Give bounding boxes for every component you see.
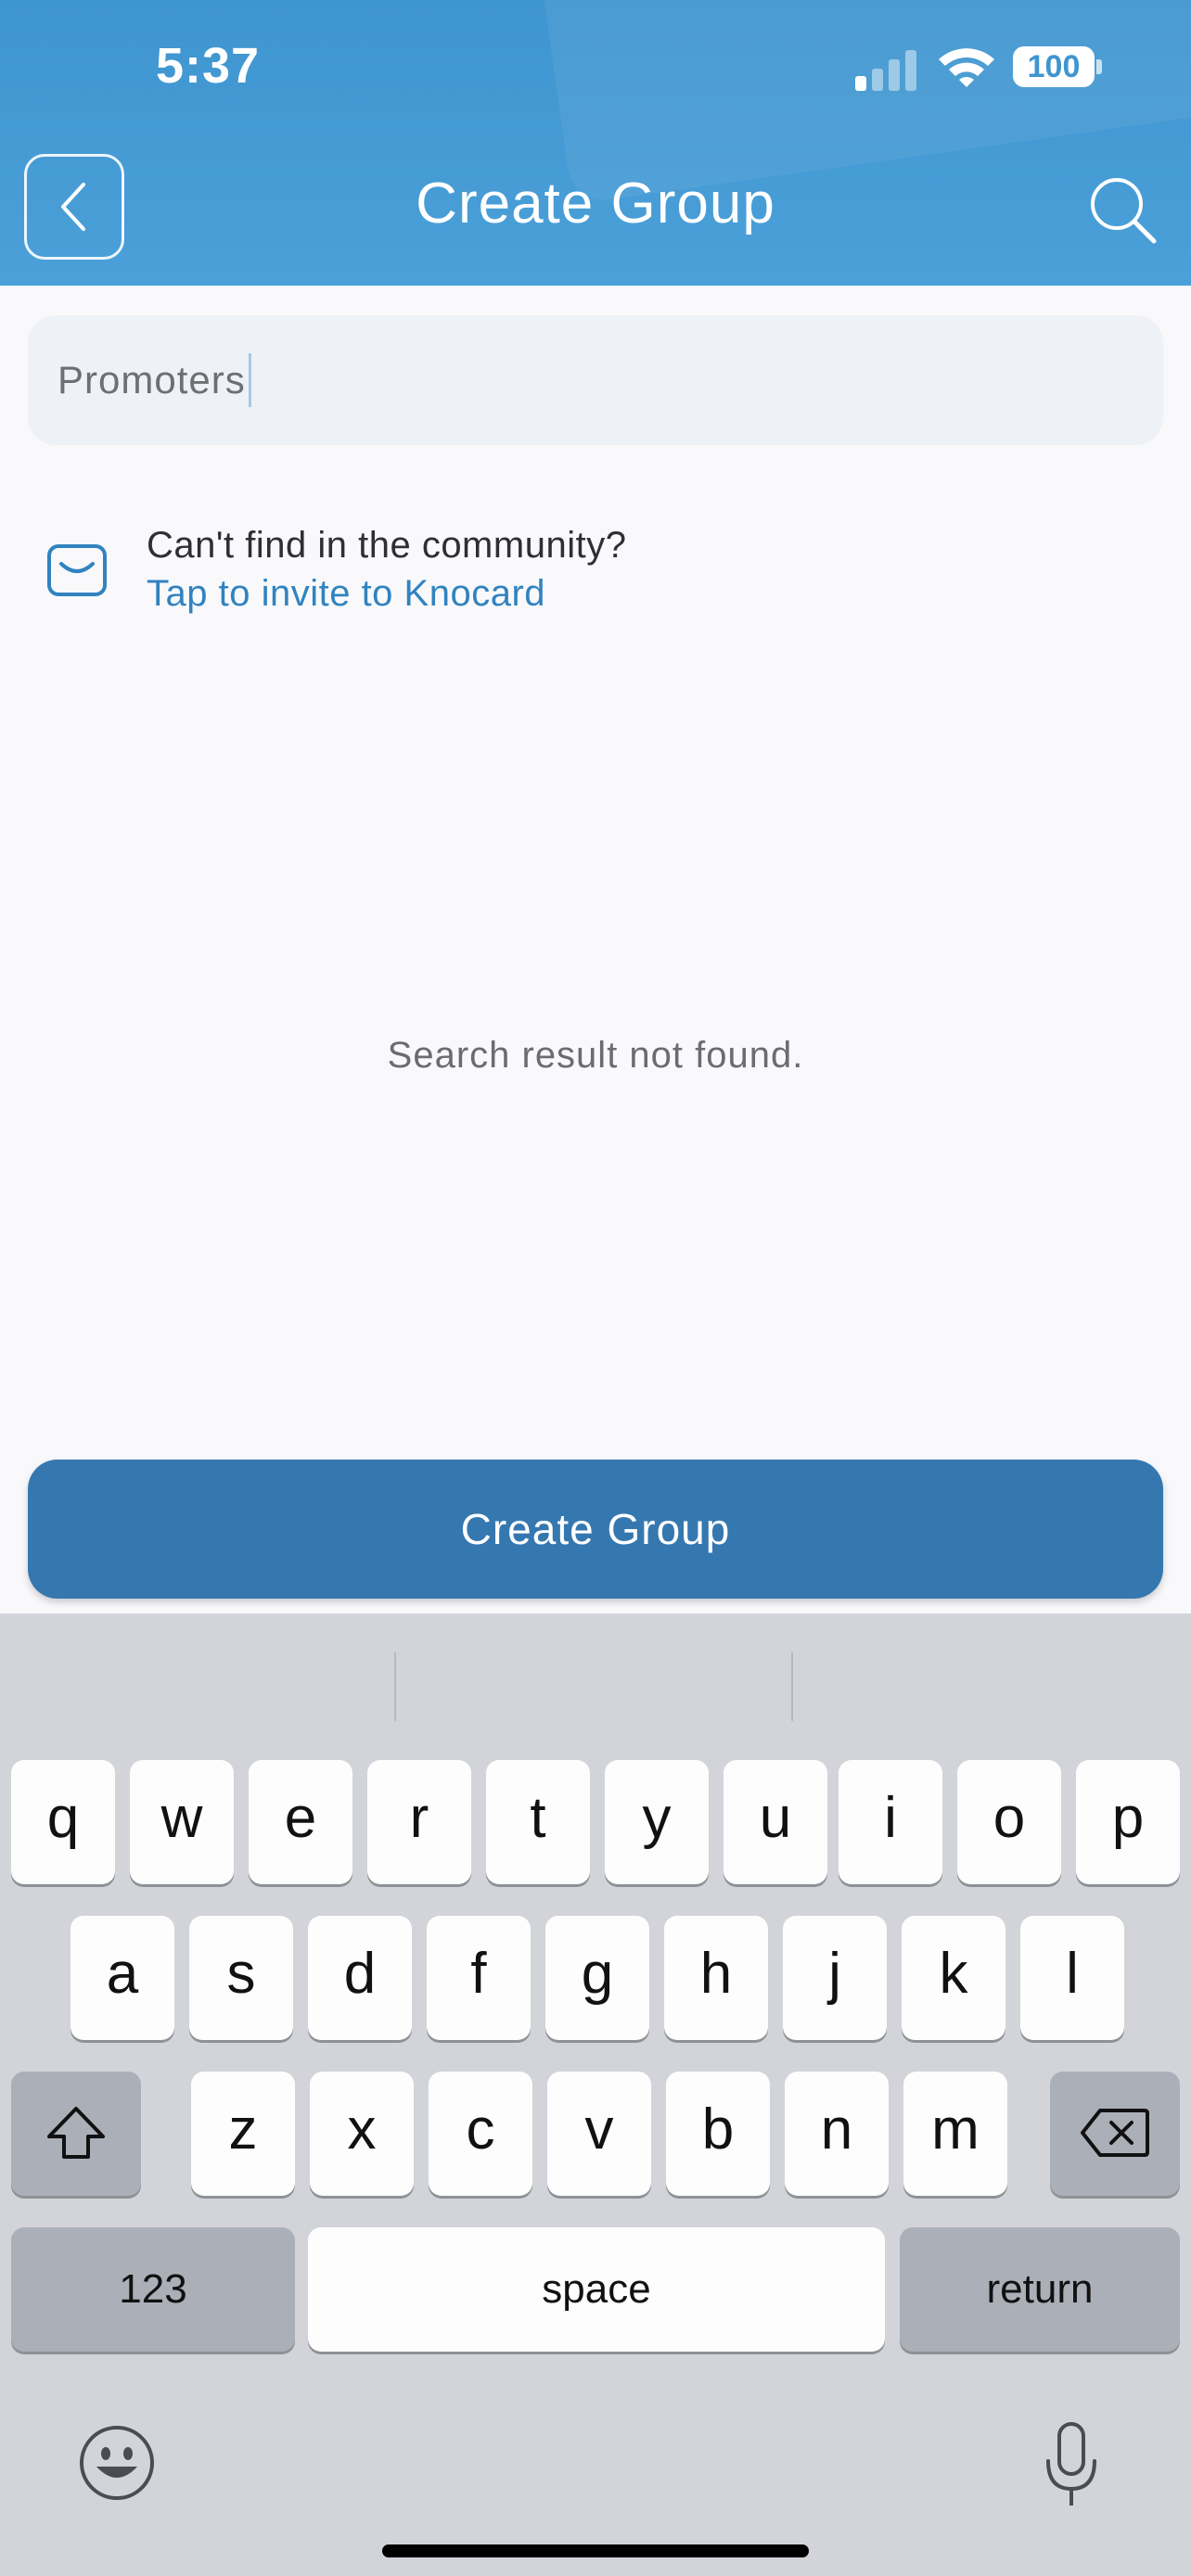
suggestion-divider (394, 1652, 396, 1721)
key-c[interactable]: c (429, 2072, 532, 2196)
key-i[interactable]: i (839, 1760, 942, 1884)
key-x[interactable]: x (310, 2072, 414, 2196)
shift-key[interactable] (11, 2072, 141, 2196)
key-y[interactable]: y (605, 1760, 709, 1884)
key-m[interactable]: m (903, 2072, 1007, 2196)
key-e[interactable]: e (249, 1760, 352, 1884)
microphone-icon[interactable] (1043, 2420, 1100, 2509)
key-g[interactable]: g (545, 1916, 649, 2040)
key-t[interactable]: t (486, 1760, 590, 1884)
shift-arrow-icon (47, 2107, 105, 2159)
key-q[interactable]: q (11, 1760, 115, 1884)
battery-indicator: 100 (1013, 46, 1095, 87)
key-u[interactable]: u (724, 1760, 827, 1884)
cellular-signal-icon (855, 48, 920, 91)
key-f[interactable]: f (427, 1916, 531, 2040)
page-title: Create Group (416, 172, 775, 236)
invite-heading: Can't find in the community? (147, 525, 627, 566)
key-w[interactable]: w (130, 1760, 234, 1884)
invite-row[interactable]: Can't find in the community? Tap to invi… (43, 525, 1063, 627)
key-k[interactable]: k (902, 1916, 1005, 2040)
key-z[interactable]: z (191, 2072, 295, 2196)
return-key[interactable]: return (900, 2227, 1180, 2352)
key-b[interactable]: b (666, 2072, 770, 2196)
group-name-input[interactable]: Promoters (28, 315, 1163, 445)
empty-state-message: Search result not found. (387, 1035, 804, 1076)
battery-nub (1096, 59, 1102, 74)
space-key[interactable]: space (308, 2227, 885, 2352)
delete-key[interactable] (1050, 2072, 1180, 2196)
emoji-icon[interactable] (78, 2424, 156, 2502)
key-h[interactable]: h (664, 1916, 768, 2040)
status-time: 5:37 (156, 38, 261, 94)
key-p[interactable]: p (1076, 1760, 1180, 1884)
key-r[interactable]: r (367, 1760, 471, 1884)
key-v[interactable]: v (547, 2072, 651, 2196)
wifi-icon (939, 48, 994, 87)
search-icon[interactable] (1087, 174, 1158, 245)
create-group-button[interactable]: Create Group (28, 1460, 1163, 1599)
key-a[interactable]: a (70, 1916, 174, 2040)
backspace-icon (1081, 2109, 1149, 2157)
suggestion-divider (791, 1652, 793, 1721)
text-caret (248, 353, 251, 407)
numbers-key[interactable]: 123 (11, 2227, 295, 2352)
key-d[interactable]: d (308, 1916, 412, 2040)
mail-icon (47, 544, 107, 596)
key-j[interactable]: j (783, 1916, 887, 2040)
key-o[interactable]: o (957, 1760, 1061, 1884)
key-n[interactable]: n (785, 2072, 889, 2196)
group-name-value: Promoters (58, 358, 246, 402)
home-indicator (382, 2544, 809, 2557)
invite-link[interactable]: Tap to invite to Knocard (147, 573, 545, 615)
key-s[interactable]: s (189, 1916, 293, 2040)
key-l[interactable]: l (1020, 1916, 1124, 2040)
